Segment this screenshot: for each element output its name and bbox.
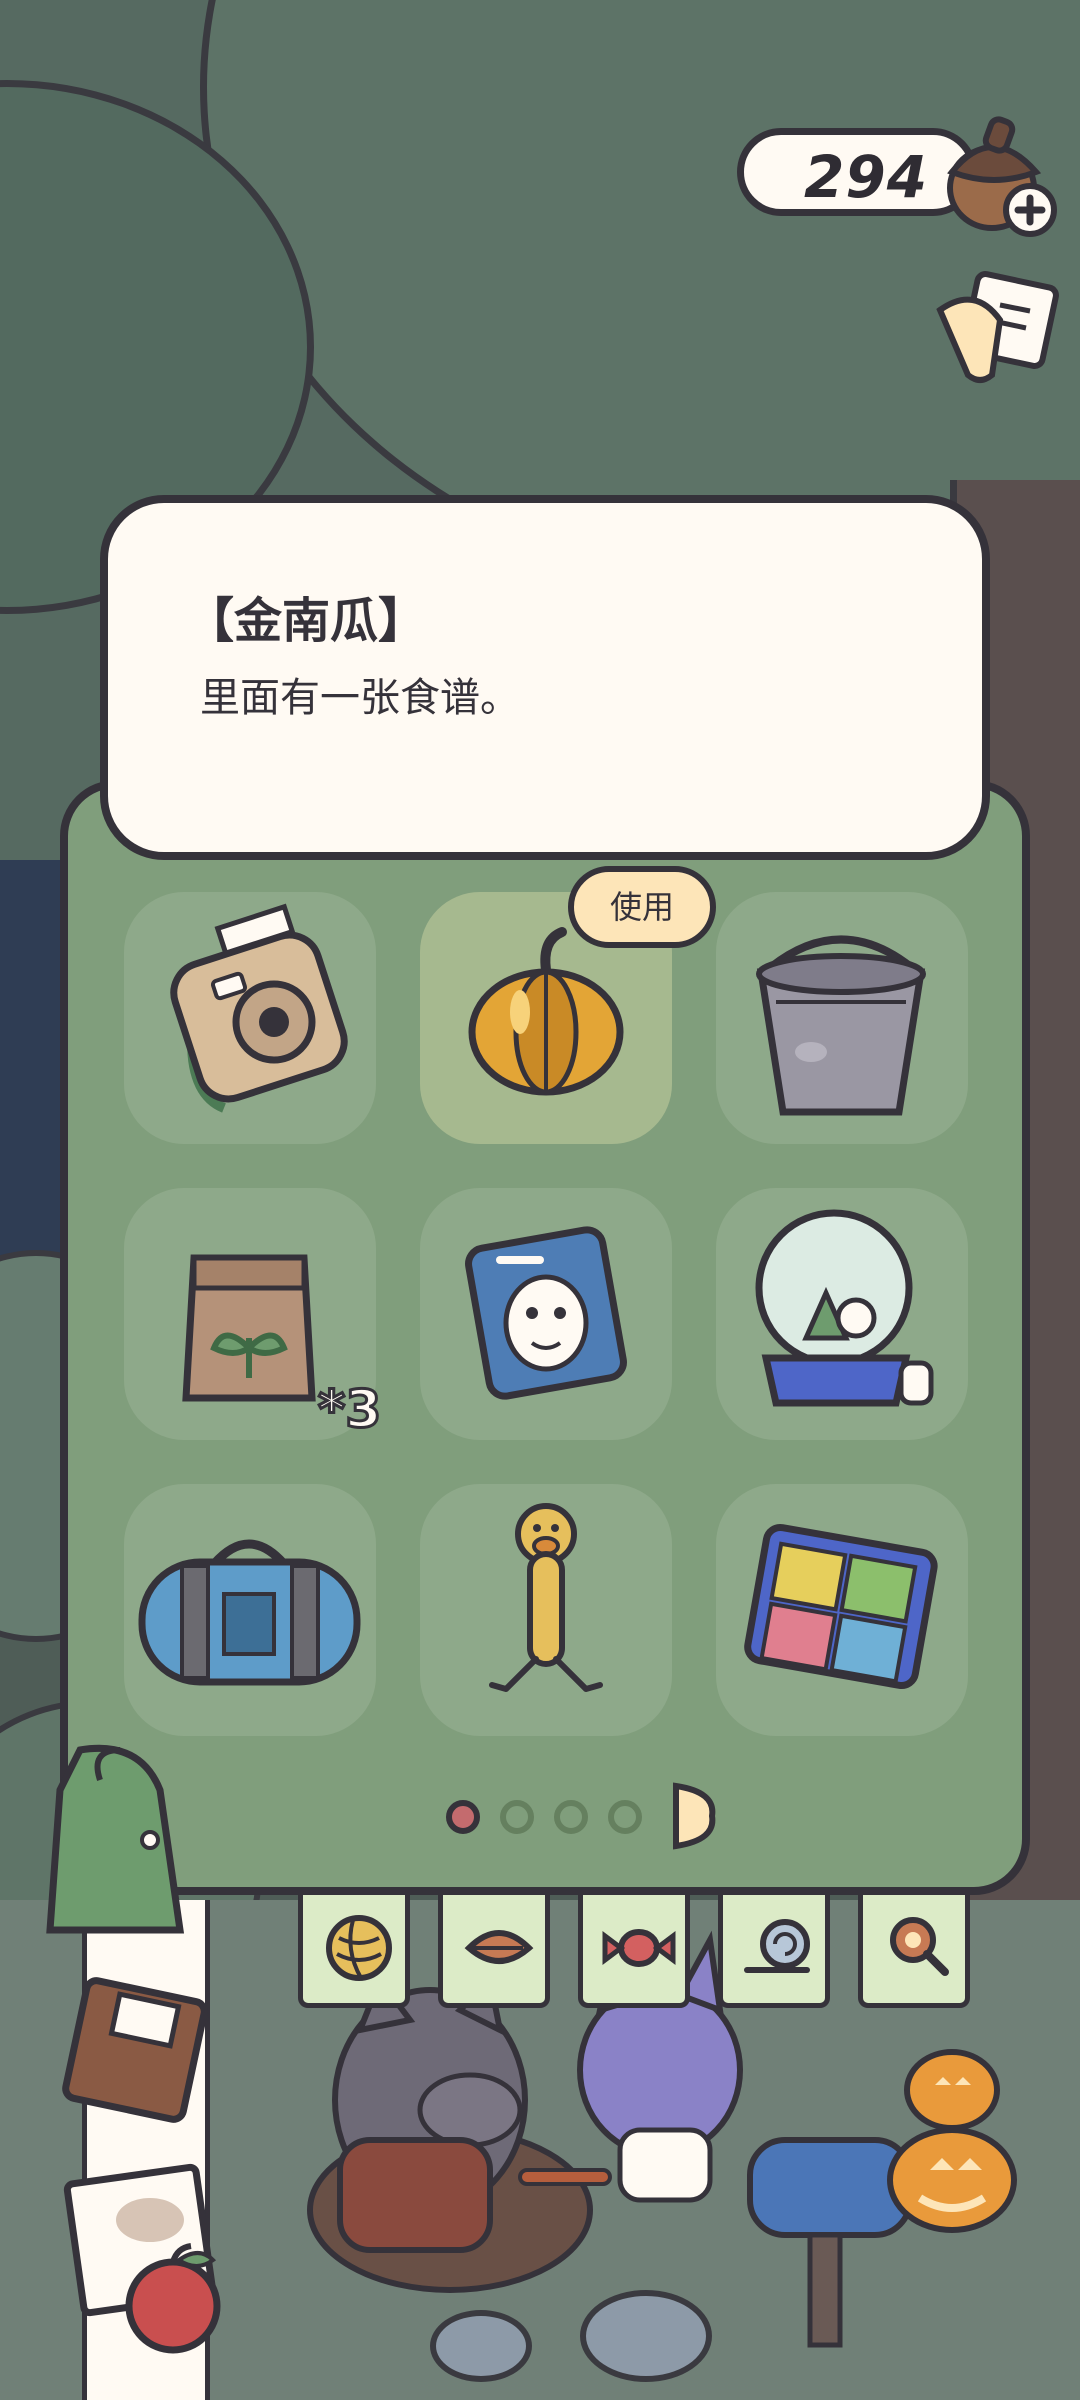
inventory-slot-snow-globe[interactable] bbox=[716, 1188, 968, 1440]
inventory-slot-duffel-bag[interactable] bbox=[124, 1484, 376, 1736]
page-dot-2[interactable] bbox=[500, 1800, 534, 1834]
inventory-slot-face-mask[interactable] bbox=[420, 1188, 672, 1440]
metal-bucket-icon bbox=[756, 935, 926, 1116]
page-dot-1[interactable] bbox=[446, 1800, 480, 1834]
tab-yarn[interactable] bbox=[298, 1890, 410, 2008]
snail-icon bbox=[744, 1919, 810, 1973]
tab-snail[interactable] bbox=[718, 1890, 830, 2008]
tab-leaf[interactable] bbox=[438, 1890, 550, 2008]
tab-candy[interactable] bbox=[578, 1890, 690, 2008]
face-mask-pack-icon bbox=[465, 1226, 627, 1400]
magnifier-icon bbox=[890, 1917, 949, 1976]
page-dot-3[interactable] bbox=[554, 1800, 588, 1834]
inventory-slot-rubber-duck[interactable] bbox=[420, 1484, 672, 1736]
next-page-icon[interactable] bbox=[668, 1780, 716, 1852]
item-title: 【金南瓜】 bbox=[186, 593, 427, 649]
journal-icon[interactable] bbox=[55, 1970, 225, 2140]
acorn-amount: 294 bbox=[804, 143, 929, 211]
use-button[interactable]: 使用 bbox=[568, 866, 716, 948]
tab-search[interactable] bbox=[858, 1890, 970, 2008]
puzzle-box-icon bbox=[744, 1523, 938, 1690]
duffel-bag-icon bbox=[138, 1539, 361, 1686]
snow-globe-icon bbox=[755, 1209, 934, 1407]
inventory-slot-bucket[interactable] bbox=[716, 892, 968, 1144]
letter-icon[interactable] bbox=[930, 270, 1060, 390]
rubber-chicken-toy-icon bbox=[489, 1503, 603, 1692]
instant-camera-icon bbox=[170, 903, 348, 1113]
item-description: 里面有一张食谱。 bbox=[200, 675, 520, 721]
acorn-icon[interactable] bbox=[940, 110, 1060, 240]
yarn-ball-icon bbox=[326, 1915, 392, 1981]
candy-icon bbox=[602, 1929, 676, 1967]
apple-icon[interactable] bbox=[115, 2240, 235, 2360]
page-dot-4[interactable] bbox=[608, 1800, 642, 1834]
item-count-badge: *3 bbox=[316, 1379, 382, 1442]
item-description-card: 【金南瓜】 里面有一张食谱。 bbox=[100, 495, 990, 860]
leaf-icon bbox=[464, 1930, 534, 1964]
inventory-slot-camera[interactable] bbox=[124, 892, 376, 1144]
backpack-icon[interactable] bbox=[40, 1740, 220, 1940]
inventory-slot-puzzle-box[interactable] bbox=[716, 1484, 968, 1736]
